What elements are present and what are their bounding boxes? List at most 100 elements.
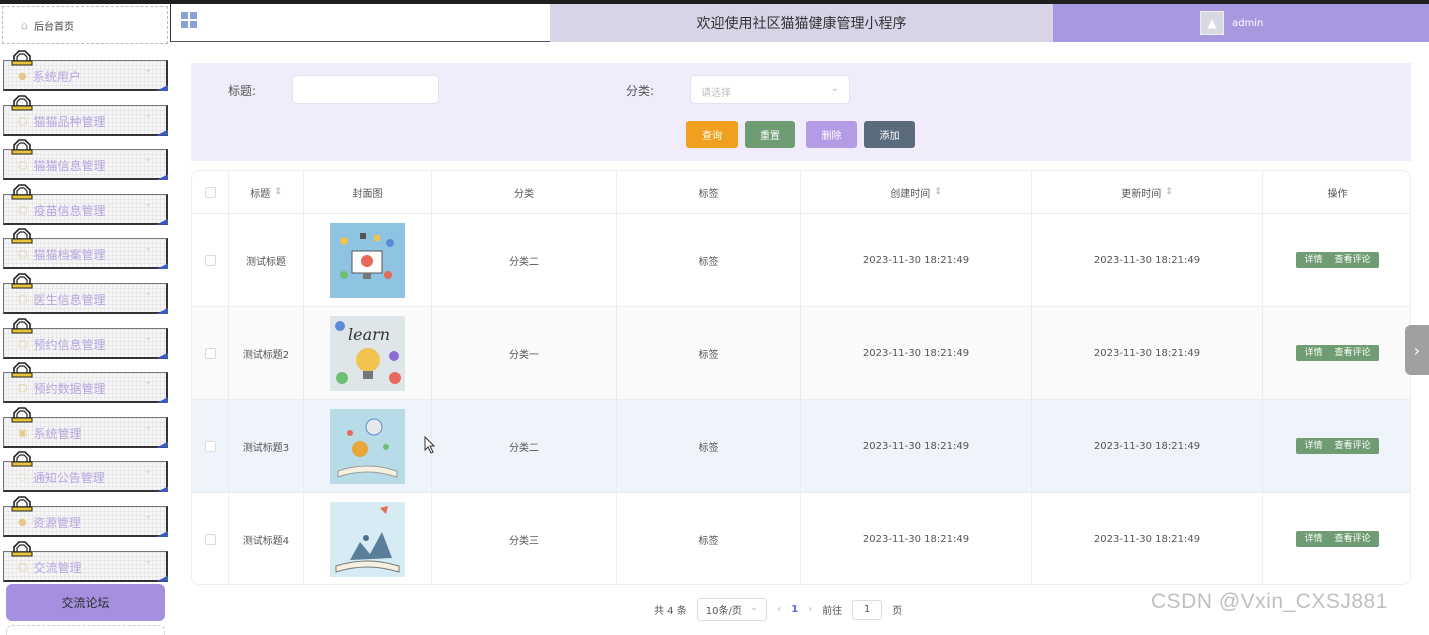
select-all-checkbox[interactable] <box>204 186 216 198</box>
add-button[interactable]: 添加 <box>864 121 915 148</box>
row-checkbox[interactable] <box>204 254 216 266</box>
card-corner <box>156 486 168 493</box>
detail-button[interactable]: 详情 <box>1298 252 1328 268</box>
card-corner <box>156 308 168 314</box>
reset-button[interactable]: 重置 <box>745 121 795 148</box>
row-checkbox[interactable] <box>204 347 216 359</box>
sidebar-item[interactable]: ● 资源管理 ⌄ <box>3 494 168 537</box>
forum-under-card <box>6 625 165 635</box>
sidebar-item[interactable]: ▢ 猫猫信息管理 ⌄ <box>3 137 168 181</box>
detail-button[interactable]: 详情 <box>1298 438 1328 454</box>
document-icon: ▢ <box>18 115 28 127</box>
user-area[interactable]: ▲ admin <box>1053 4 1429 42</box>
sidebar-item[interactable]: ◌ 通知公告管理 ⌄ <box>3 449 168 493</box>
cell-category: 分类一 <box>432 307 617 399</box>
search-panel: 标题: 分类: 请选择 ⌄ 查询 重置 删除 添加 <box>191 63 1411 161</box>
next-page-icon[interactable]: › <box>808 604 812 615</box>
cell-updated: 2023-11-30 18:21:49 <box>1032 493 1263 584</box>
cell-cover <box>304 493 432 584</box>
detail-button[interactable]: 详情 <box>1298 531 1328 547</box>
binder-clip-icon <box>11 228 33 244</box>
table-row[interactable]: 测试标题3 分类二 标签 2023-11-30 18:21:49 2023-11-30 … <box>192 400 1410 493</box>
prev-page-icon[interactable]: ‹ <box>777 604 781 615</box>
view-comments-button[interactable]: 查看评论 <box>1329 438 1377 454</box>
query-button[interactable]: 查询 <box>686 121 738 148</box>
col-created[interactable]: 创建时间 ⇕ <box>801 171 1032 213</box>
cover-image <box>330 222 405 298</box>
col-updated[interactable]: 更新时间 ⇕ <box>1032 171 1263 213</box>
cell-title: 测试标题4 <box>229 493 304 584</box>
cell-updated: 2023-11-30 18:21:49 <box>1032 214 1263 306</box>
page-suffix: 页 <box>892 606 903 617</box>
chevron-down-icon: ⌄ <box>144 421 152 432</box>
table-row[interactable]: 测试标题2 learn 分类一 标签 2023-11-30 18:21:49 2023-1… <box>192 307 1410 400</box>
card-corner <box>156 575 168 582</box>
chevron-down-icon: ⌄ <box>144 466 152 477</box>
sidebar-item[interactable]: ▢ 交流管理 ⌄ <box>3 539 168 582</box>
username: admin <box>1232 17 1264 29</box>
row-checkbox[interactable] <box>204 533 216 545</box>
sidebar-item-label: 预约数据管理 <box>33 382 106 397</box>
delete-button[interactable]: 删除 <box>806 121 857 148</box>
sidebar-item-label: 猫猫信息管理 <box>33 159 106 174</box>
view-comments-button[interactable]: 查看评论 <box>1329 345 1377 361</box>
sidebar-item[interactable]: ● 系统用户 ⌄ <box>3 48 168 91</box>
sidebar-item[interactable]: ▢ 预约数据管理 ⌄ <box>3 360 168 404</box>
document-icon: ▢ <box>18 294 28 305</box>
sidebar-item[interactable]: ▢ 疫苗信息管理 ⌄ <box>3 182 168 225</box>
cover-image: learn <box>330 315 405 391</box>
col-tag: 标签 <box>617 171 801 213</box>
card-corner <box>156 263 168 270</box>
table-row[interactable]: 测试标题 分类二 标签 2023-11-30 18:21:49 2023-11-30 1… <box>192 214 1410 307</box>
sidebar-item[interactable]: ▣ 系统管理 ⌄ <box>3 405 168 448</box>
category-select[interactable]: 请选择 ⌄ <box>690 75 850 104</box>
sidebar-item-label: 猫猫档案管理 <box>33 248 106 263</box>
col-title[interactable]: 标题 ⇕ <box>229 171 304 213</box>
page-title: 欢迎使用社区猫猫健康管理小程序 <box>550 4 1053 42</box>
binder-clip-icon <box>11 540 33 557</box>
menu-toggle-icon[interactable] <box>181 12 197 28</box>
action-group: 详情 查看评论 <box>1296 345 1379 361</box>
card-corner <box>156 85 168 91</box>
view-comments-button[interactable]: 查看评论 <box>1329 252 1377 268</box>
sort-icon: ⇕ <box>274 187 282 197</box>
action-group: 详情 查看评论 <box>1296 438 1379 454</box>
sidebar-item-label: 系统管理 <box>33 426 82 441</box>
info-icon: ◌ <box>18 472 27 484</box>
header-left <box>170 4 550 42</box>
sidebar-item-label: 医生信息管理 <box>33 293 106 307</box>
binder-clip-icon <box>11 273 33 289</box>
page-number[interactable]: 1 <box>791 604 798 615</box>
detail-button[interactable]: 详情 <box>1298 345 1328 361</box>
avatar[interactable]: ▲ <box>1200 11 1224 35</box>
title-input[interactable] <box>292 75 439 104</box>
document-icon: ▢ <box>18 204 28 216</box>
cell-tag: 标签 <box>617 307 801 399</box>
document-icon: ▢ <box>18 160 28 172</box>
sort-icon: ⇕ <box>1165 187 1173 197</box>
forum-button[interactable]: 交流论坛 <box>6 584 165 621</box>
chevron-down-icon: ⌄ <box>830 83 839 94</box>
row-checkbox[interactable] <box>204 440 216 452</box>
cell-actions: 详情 查看评论 <box>1263 493 1410 584</box>
page-size-select[interactable]: 10条/页 ⌄ <box>696 598 768 621</box>
card-corner <box>156 531 168 537</box>
sidebar-item[interactable]: ▢ 医生信息管理 ⌄ <box>3 271 168 314</box>
sidebar-item[interactable]: ▢ 预约信息管理 ⌄ <box>3 316 168 359</box>
mouse-cursor-icon <box>424 436 436 454</box>
binder-clip-icon <box>11 496 33 512</box>
chevron-right-icon[interactable]: › <box>1405 325 1429 375</box>
sidebar-home[interactable]: ⌂ 后台首页 <box>2 6 168 44</box>
goto-input[interactable]: 1 <box>852 599 883 620</box>
cell-title: 测试标题 <box>229 214 304 306</box>
cell-created: 2023-11-30 18:21:49 <box>801 307 1032 399</box>
sidebar-item[interactable]: ▢ 猫猫档案管理 ⌄ <box>3 226 168 270</box>
table-row[interactable]: 测试标题4 分类三 标签 2023-11-30 18:21:49 2023-11-30 … <box>192 493 1410 584</box>
cell-title: 测试标题3 <box>229 400 304 492</box>
view-comments-button[interactable]: 查看评论 <box>1329 531 1377 547</box>
chevron-down-icon: ⌄ <box>144 154 152 165</box>
cover-image <box>330 501 405 577</box>
chevron-down-icon: ⌄ <box>144 377 152 388</box>
sidebar-item[interactable]: ▢ 猫猫品种管理 ⌄ <box>3 93 168 136</box>
sidebar-item-label: 疫苗信息管理 <box>33 203 106 218</box>
